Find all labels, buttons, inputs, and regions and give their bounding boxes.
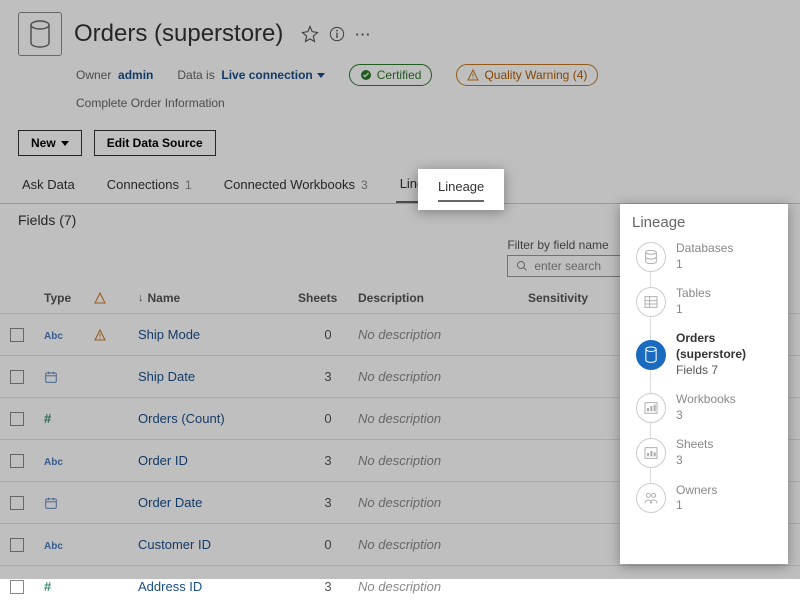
field-description: No description <box>358 327 528 342</box>
lineage-node-label: Orders (superstore) <box>676 331 776 362</box>
field-sheets-count: 3 <box>298 579 358 594</box>
lineage-node-count: Fields 7 <box>676 363 776 379</box>
field-type-icon: Abc <box>44 537 94 552</box>
field-description: No description <box>358 537 528 552</box>
new-button[interactable]: New <box>18 130 82 156</box>
col-description[interactable]: Description <box>358 291 528 305</box>
field-type-icon: Abc <box>44 327 94 342</box>
tab-connections[interactable]: Connections1 <box>103 170 196 203</box>
col-sensitivity[interactable]: Sensitivity <box>528 291 618 305</box>
field-type-icon <box>44 496 94 510</box>
field-name-link[interactable]: Order Date <box>138 495 298 510</box>
lineage-node-label: Tables <box>676 286 711 302</box>
field-sheets-count: 0 <box>298 411 358 426</box>
row-checkbox[interactable] <box>10 328 24 342</box>
lineage-panel-title: Lineage <box>632 214 776 231</box>
field-description: No description <box>358 369 528 384</box>
lineage-node-icon <box>636 393 666 423</box>
field-sheets-count: 0 <box>298 327 358 342</box>
col-type[interactable]: Type <box>44 291 94 305</box>
edit-data-source-button[interactable]: Edit Data Source <box>94 130 216 156</box>
lineage-node-count: 3 <box>676 408 736 424</box>
field-description: No description <box>358 495 528 510</box>
lineage-panel: Lineage Databases 1 Tables 1 Orders (sup… <box>620 204 788 564</box>
field-name-link[interactable]: Orders (Count) <box>138 411 298 426</box>
lineage-node-icon <box>636 438 666 468</box>
field-name-link[interactable]: Customer ID <box>138 537 298 552</box>
field-sheets-count: 0 <box>298 537 358 552</box>
quality-warning-badge[interactable]: Quality Warning (4) <box>456 64 598 86</box>
lineage-item[interactable]: Workbooks 3 <box>636 392 776 423</box>
search-icon <box>516 260 528 272</box>
more-icon[interactable]: ··· <box>355 27 371 42</box>
owner-meta: Owner admin <box>76 68 153 82</box>
field-name-link[interactable]: Order ID <box>138 453 298 468</box>
lineage-node-label: Workbooks <box>676 392 736 408</box>
lineage-node-count: 1 <box>676 302 711 318</box>
page-title: Orders (superstore) <box>74 20 283 48</box>
lineage-node-label: Owners <box>676 483 717 499</box>
tab-ask-data[interactable]: Ask Data <box>18 170 79 203</box>
lineage-item[interactable]: Tables 1 <box>636 286 776 317</box>
info-icon[interactable] <box>329 26 345 42</box>
lineage-node-label: Databases <box>676 241 733 257</box>
field-name-link[interactable]: Ship Date <box>138 369 298 384</box>
lineage-item[interactable]: Databases 1 <box>636 241 776 272</box>
col-warn-icon[interactable] <box>94 292 138 304</box>
field-name-link[interactable]: Ship Mode <box>138 327 298 342</box>
field-type-icon <box>44 370 94 384</box>
lineage-node-label: Sheets <box>676 437 713 453</box>
field-description: No description <box>358 579 528 594</box>
data-is-meta[interactable]: Data is Live connection <box>177 68 324 82</box>
row-checkbox[interactable] <box>10 496 24 510</box>
lineage-item[interactable]: Orders (superstore) Fields 7 <box>636 331 776 378</box>
field-sheets-count: 3 <box>298 495 358 510</box>
certified-badge[interactable]: Certified <box>349 64 433 86</box>
field-description: No description <box>358 453 528 468</box>
col-sheets[interactable]: Sheets <box>298 291 358 305</box>
tab-connected-workbooks[interactable]: Connected Workbooks3 <box>220 170 372 203</box>
tab-lineage-highlight[interactable]: Lineage <box>418 169 504 210</box>
lineage-node-icon <box>636 287 666 317</box>
lineage-node-count: 3 <box>676 453 713 469</box>
lineage-node-count: 1 <box>676 498 717 514</box>
field-type-icon: # <box>44 411 94 426</box>
field-name-link[interactable]: Address ID <box>138 579 298 594</box>
lineage-node-icon <box>636 242 666 272</box>
field-type-icon: Abc <box>44 453 94 468</box>
description-text: Complete Order Information <box>76 96 782 110</box>
lineage-node-count: 1 <box>676 257 733 273</box>
row-checkbox[interactable] <box>10 580 24 594</box>
lineage-item[interactable]: Sheets 3 <box>636 437 776 468</box>
field-sheets-count: 3 <box>298 369 358 384</box>
lineage-node-icon <box>636 483 666 513</box>
table-row[interactable]: # Address ID 3 No description <box>0 565 800 607</box>
row-checkbox[interactable] <box>10 454 24 468</box>
field-type-icon: # <box>44 579 94 594</box>
row-checkbox[interactable] <box>10 412 24 426</box>
field-warning-icon <box>94 329 138 341</box>
lineage-item[interactable]: Owners 1 <box>636 483 776 514</box>
datasource-icon <box>18 12 62 56</box>
field-sheets-count: 3 <box>298 453 358 468</box>
favorite-star-icon[interactable] <box>301 25 319 43</box>
field-description: No description <box>358 411 528 426</box>
row-checkbox[interactable] <box>10 538 24 552</box>
lineage-node-icon <box>636 340 666 370</box>
col-name[interactable]: ↓Name <box>138 291 298 305</box>
row-checkbox[interactable] <box>10 370 24 384</box>
